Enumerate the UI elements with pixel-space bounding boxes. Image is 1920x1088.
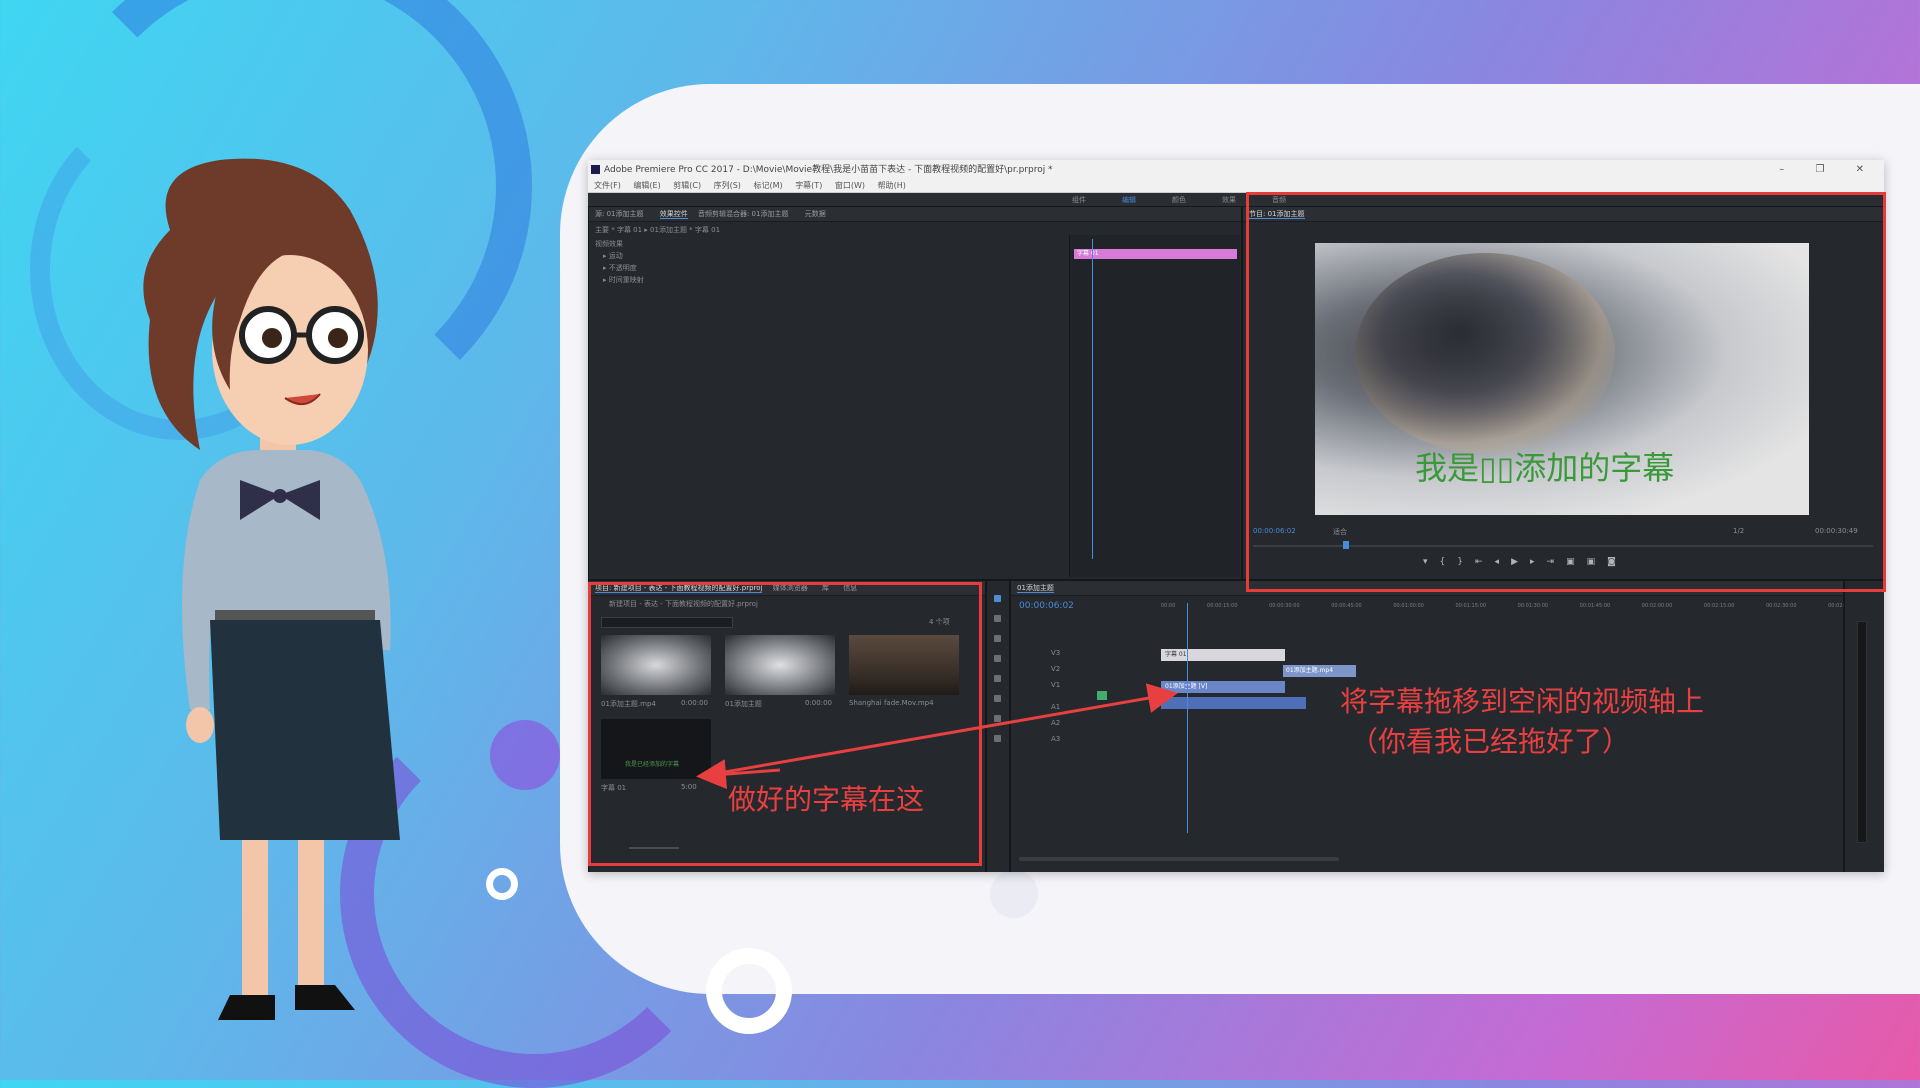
annotation-subtitle-here: 做好的字幕在这 bbox=[728, 783, 925, 816]
arrow-to-timeline bbox=[701, 683, 1178, 778]
annotation-drag-hint: 将字幕拖移到空闲的视频轴上 （你看我已经拖好了） bbox=[1340, 680, 1704, 760]
annotation-drag-line1: 将字幕拖移到空闲的视频轴上 bbox=[1340, 685, 1705, 718]
annotation-drag-line2: （你看我已经拖好了） bbox=[1350, 725, 1631, 758]
annotation-arrows bbox=[696, 683, 1178, 790]
